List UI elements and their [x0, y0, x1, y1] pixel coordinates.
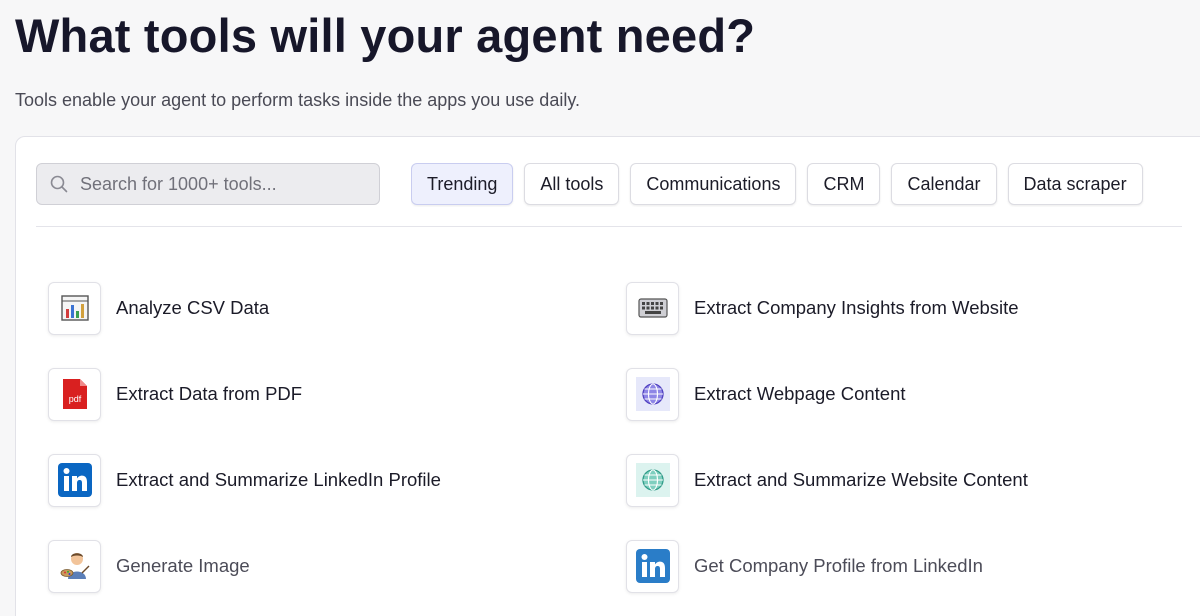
filter-data-scraper[interactable]: Data scraper: [1007, 163, 1143, 205]
search-icon: [50, 175, 68, 193]
tool-label: Generate Image: [116, 555, 250, 576]
keyboard-icon: [626, 281, 679, 335]
tool-extract-webpage-content[interactable]: Extract Webpage Content: [626, 367, 906, 421]
globe-icon: [626, 453, 679, 507]
filter-all-tools[interactable]: All tools: [524, 163, 620, 205]
filter-crm[interactable]: CRM: [807, 163, 881, 205]
pdf-icon: pdf: [48, 367, 101, 421]
tool-analyze-csv-data[interactable]: Analyze CSV Data: [48, 281, 269, 335]
divider: [36, 226, 1182, 227]
search-input[interactable]: [80, 173, 360, 195]
tool-label: Get Company Profile from LinkedIn: [694, 555, 983, 576]
tool-extract-company-insights[interactable]: Extract Company Insights from Website: [626, 281, 1019, 335]
tool-generate-image[interactable]: Generate Image: [48, 539, 250, 593]
tool-label: Extract Data from PDF: [116, 383, 303, 404]
artist-icon: [48, 539, 101, 593]
filter-trending[interactable]: Trending: [411, 163, 514, 205]
bar-chart-icon: [48, 281, 101, 335]
tool-label: Extract Webpage Content: [694, 383, 906, 404]
category-filters: Trending All tools Communications CRM Ca…: [411, 163, 1176, 207]
tool-extract-summarize-linkedin[interactable]: Extract and Summarize LinkedIn Profile: [48, 453, 441, 507]
tool-label: Extract and Summarize Website Content: [694, 469, 1028, 490]
tool-label: Extract Company Insights from Website: [694, 297, 1019, 318]
search-box[interactable]: [36, 163, 380, 205]
tool-extract-summarize-website[interactable]: Extract and Summarize Website Content: [626, 453, 1028, 507]
tool-get-company-profile-linkedin[interactable]: Get Company Profile from LinkedIn: [626, 539, 983, 593]
tool-label: Extract and Summarize LinkedIn Profile: [116, 469, 441, 490]
globe-icon: [626, 367, 679, 421]
page-title: What tools will your agent need?: [15, 9, 756, 62]
tool-label: Analyze CSV Data: [116, 297, 270, 318]
linkedin-icon: [626, 539, 679, 593]
svg-text:pdf: pdf: [68, 394, 81, 404]
linkedin-icon: [48, 453, 101, 507]
tool-extract-data-from-pdf[interactable]: pdf Extract Data from PDF: [48, 367, 302, 421]
tools-panel: Trending All tools Communications CRM Ca…: [15, 136, 1200, 616]
filter-communications[interactable]: Communications: [630, 163, 797, 205]
page-subtitle: Tools enable your agent to perform tasks…: [15, 90, 580, 110]
filter-calendar[interactable]: Calendar: [891, 163, 997, 205]
